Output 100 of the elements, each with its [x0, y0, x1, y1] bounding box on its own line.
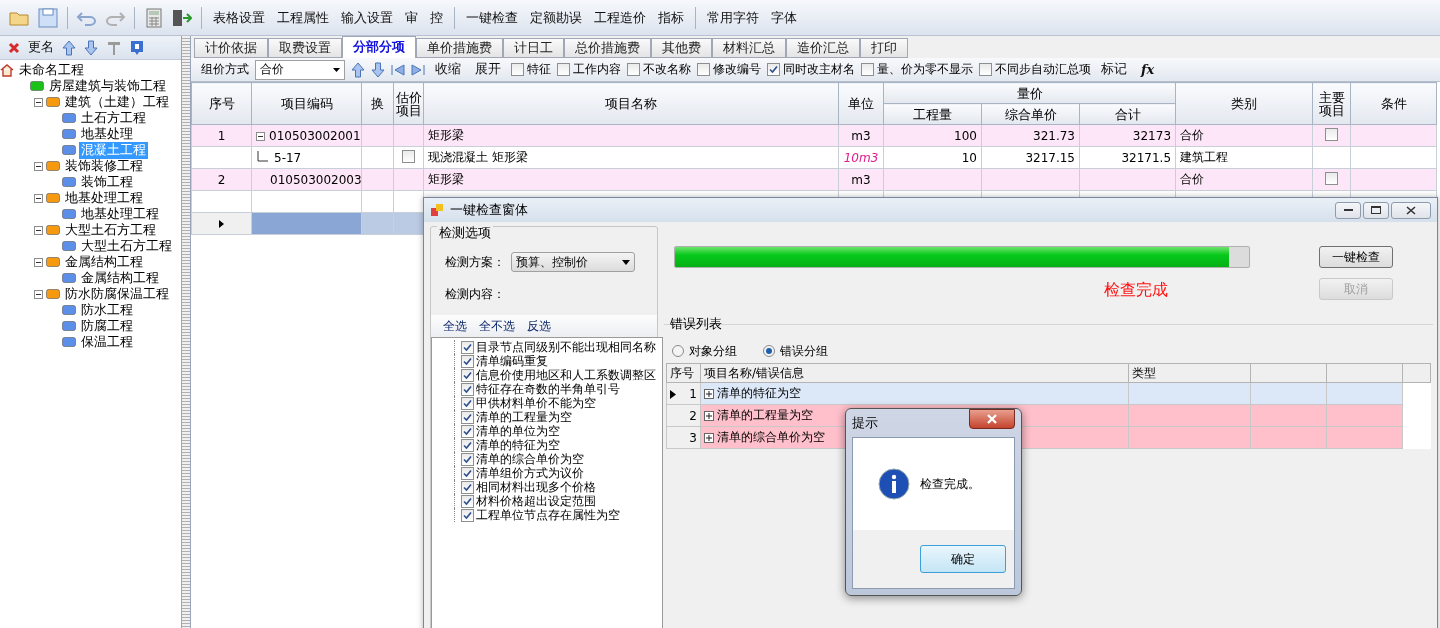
- checkbox[interactable]: [861, 63, 874, 76]
- maximize-button[interactable]: [1363, 201, 1389, 219]
- last-icon[interactable]: [411, 63, 425, 76]
- rename-button[interactable]: 更名: [28, 39, 54, 56]
- tab[interactable]: 计日工: [503, 38, 564, 58]
- tree-item[interactable]: 装饰工程: [79, 173, 135, 191]
- collapse-toggle-icon[interactable]: [34, 289, 43, 299]
- radio-button[interactable]: [763, 345, 775, 357]
- checkbox[interactable]: [511, 63, 524, 76]
- toolbar-button[interactable]: 一键检查: [462, 6, 522, 29]
- maximize-icon[interactable]: [1371, 206, 1381, 214]
- checkbox[interactable]: [461, 438, 474, 452]
- tree-item[interactable]: 装饰装修工程: [63, 157, 145, 175]
- checkbox[interactable]: [461, 452, 474, 466]
- tree-item[interactable]: 建筑（土建）工程: [63, 93, 171, 111]
- checkbox[interactable]: [979, 63, 992, 76]
- tree-item[interactable]: 地基处理: [79, 125, 135, 143]
- up-arrow-icon[interactable]: [62, 39, 76, 56]
- checkbox[interactable]: [461, 508, 474, 522]
- toolbar-button[interactable]: 定额勘误: [526, 6, 586, 29]
- collapse-toggle-icon[interactable]: [256, 131, 265, 141]
- toolbar-button[interactable]: 工程造价: [590, 6, 650, 29]
- down-arrow-icon[interactable]: [371, 61, 385, 78]
- checkbox[interactable]: [461, 410, 474, 424]
- collapse-toggle-icon[interactable]: [34, 161, 43, 171]
- minimize-button[interactable]: [1335, 201, 1361, 219]
- tree-item[interactable]: 金属结构工程: [79, 269, 161, 287]
- collapse-toggle-icon[interactable]: [34, 193, 43, 203]
- tree-item[interactable]: 防腐工程: [79, 317, 135, 335]
- tab[interactable]: 分部分项: [342, 36, 416, 58]
- tree-item[interactable]: 防水工程: [79, 301, 135, 319]
- checkbox[interactable]: [557, 63, 570, 76]
- scheme-dropdown[interactable]: 预算、控制价: [511, 252, 635, 272]
- expand-button[interactable]: 展开: [471, 59, 505, 80]
- bookmark-icon[interactable]: [130, 39, 144, 56]
- minimize-icon[interactable]: [1343, 208, 1353, 212]
- tree-item[interactable]: 地基处理工程: [79, 205, 161, 223]
- estimate-checkbox[interactable]: [402, 149, 415, 163]
- tab[interactable]: 单价措施费: [416, 38, 503, 58]
- collapse-toggle-icon[interactable]: [34, 225, 43, 235]
- toolbar-button[interactable]: 表格设置: [209, 6, 269, 29]
- selection-link[interactable]: 反选: [527, 317, 551, 335]
- tree-item[interactable]: 房屋建筑与装饰工程: [47, 77, 168, 95]
- delete-icon[interactable]: [8, 41, 20, 54]
- formula-button[interactable]: fx: [1137, 60, 1159, 79]
- close-button[interactable]: [1391, 201, 1431, 219]
- toolbar-button[interactable]: 审: [401, 6, 422, 29]
- pricing-method-dropdown[interactable]: 合价: [255, 59, 345, 80]
- up-arrow-icon[interactable]: [351, 61, 365, 78]
- toolbar-button[interactable]: 指标: [654, 6, 688, 29]
- main-item-checkbox[interactable]: [1325, 127, 1339, 141]
- tree-item[interactable]: 防水防腐保温工程: [63, 285, 171, 303]
- down-arrow-icon[interactable]: [84, 39, 98, 56]
- tab[interactable]: 取费设置: [268, 38, 342, 58]
- tab[interactable]: 计价依据: [194, 38, 268, 58]
- dialog-button[interactable]: 一键检查: [1319, 246, 1393, 268]
- tab[interactable]: 其他费: [651, 38, 712, 58]
- checkbox[interactable]: [461, 368, 474, 382]
- checkbox[interactable]: [767, 63, 780, 76]
- checkbox[interactable]: [461, 480, 474, 494]
- toolbar-button[interactable]: 工程属性: [273, 6, 333, 29]
- selection-link[interactable]: 全不选: [479, 317, 515, 335]
- tree-item[interactable]: 大型土石方工程: [79, 237, 174, 255]
- checkbox[interactable]: [461, 466, 474, 480]
- close-button[interactable]: [969, 409, 1015, 429]
- dropdown-caret-icon[interactable]: [333, 67, 340, 72]
- checkbox[interactable]: [461, 424, 474, 438]
- tab[interactable]: 总价措施费: [564, 38, 651, 58]
- tab[interactable]: 打印: [860, 38, 908, 58]
- checkbox[interactable]: [697, 63, 710, 76]
- dropdown-caret-icon[interactable]: [622, 259, 630, 265]
- checkbox[interactable]: [461, 354, 474, 368]
- tree-item[interactable]: 未命名工程: [17, 61, 86, 79]
- error-message-cell[interactable]: 清单的特征为空: [700, 382, 1129, 405]
- collapse-toggle-icon[interactable]: [34, 257, 43, 267]
- collapse-button[interactable]: 收缩: [431, 59, 465, 80]
- checkbox[interactable]: [627, 63, 640, 76]
- tree-item[interactable]: 地基处理工程: [63, 189, 145, 207]
- radio-button[interactable]: [672, 345, 684, 357]
- selection-link[interactable]: 全选: [443, 317, 467, 335]
- tab[interactable]: 造价汇总: [786, 38, 860, 58]
- toolbar-button[interactable]: 控: [426, 6, 447, 29]
- checkbox[interactable]: [461, 382, 474, 396]
- toolbar-button[interactable]: 常用字符: [703, 6, 763, 29]
- tab[interactable]: 材料汇总: [712, 38, 786, 58]
- checkbox[interactable]: [461, 396, 474, 410]
- ok-button[interactable]: 确定: [920, 545, 1006, 573]
- toolbar-button[interactable]: 字体: [767, 6, 801, 29]
- collapse-toggle-icon[interactable]: [34, 97, 43, 107]
- tree-item[interactable]: 大型土石方工程: [63, 221, 158, 239]
- mark-button[interactable]: 标记: [1097, 59, 1131, 80]
- main-item-checkbox[interactable]: [1325, 171, 1339, 185]
- checkbox[interactable]: [461, 340, 474, 354]
- tree-item[interactable]: 保温工程: [79, 333, 135, 351]
- close-icon[interactable]: [1406, 205, 1416, 215]
- checkbox[interactable]: [461, 494, 474, 508]
- toolbar-button[interactable]: 输入设置: [337, 6, 397, 29]
- first-icon[interactable]: [391, 63, 405, 76]
- tree-item[interactable]: 土石方工程: [79, 109, 148, 127]
- tree-item[interactable]: 金属结构工程: [63, 253, 145, 271]
